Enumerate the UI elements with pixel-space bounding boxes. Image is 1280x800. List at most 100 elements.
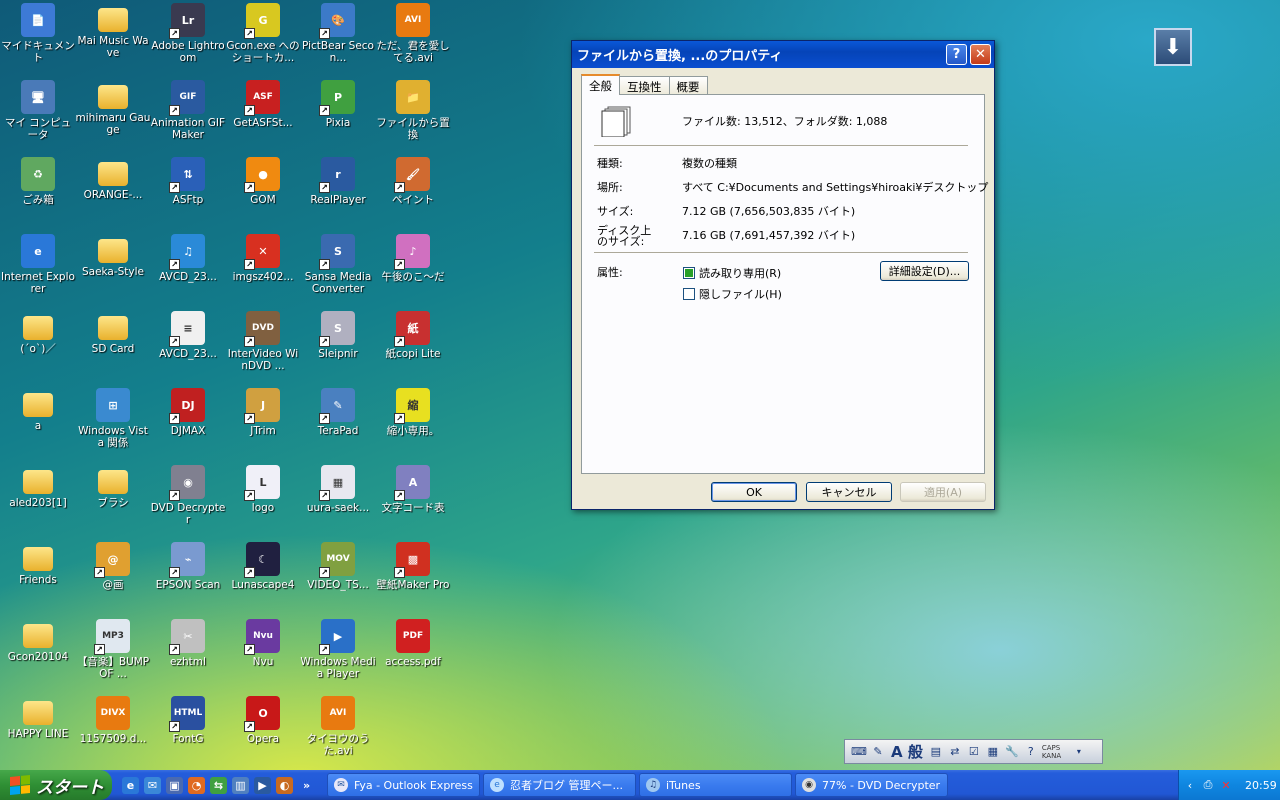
desktop-icon[interactable]: O ↗ Opera xyxy=(225,693,301,769)
desktop-icon[interactable]: aled203[1] xyxy=(0,462,76,538)
tab-general[interactable]: 全般 xyxy=(581,74,620,95)
desktop-icon[interactable]: MOV ↗ VIDEO_TS... xyxy=(300,539,376,615)
ime-pad-icon[interactable]: ✎ xyxy=(870,744,886,760)
network-disconnected-icon[interactable]: ✕ xyxy=(1219,778,1233,792)
desktop-icon[interactable]: mihimaru Gauge xyxy=(75,77,151,153)
tray-collapse-icon[interactable]: ‹ xyxy=(1183,778,1197,792)
desktop-icon[interactable]: AVI タイヨウのうた.avi xyxy=(300,693,376,769)
outlook-express-icon[interactable]: ✉ xyxy=(144,776,161,794)
ok-button[interactable]: OK xyxy=(711,482,797,502)
task-ninja-blog[interactable]: e 忍者ブログ 管理ペー... xyxy=(483,773,636,797)
desktop-icon[interactable]: ♪ ↗ 午後のこ〜だ xyxy=(375,231,451,307)
desktop-icon[interactable]: HAPPY LINE xyxy=(0,693,76,769)
desktop-icon[interactable]: S ↗ Sansa Media Converter xyxy=(300,231,376,307)
tool-icon[interactable]: ☑ xyxy=(966,744,982,760)
checkbox-box[interactable] xyxy=(683,288,695,300)
desktop-icon[interactable]: ▩ ↗ 壁紙Maker Pro xyxy=(375,539,451,615)
desktop-icon[interactable]: ⌁ ↗ EPSON Scan xyxy=(150,539,226,615)
explorer-icon[interactable]: ▥ xyxy=(232,776,249,794)
desktop-icon[interactable]: MP3 ↗ 【音楽】BUMP OF ... xyxy=(75,616,151,692)
close-button[interactable]: ✕ xyxy=(970,44,991,65)
desktop-icon[interactable]: DIVX 1157509.d... xyxy=(75,693,151,769)
task-outlook-express[interactable]: ✉ Fya - Outlook Express xyxy=(327,773,480,797)
desktop-icon[interactable]: Lr ↗ Adobe Lightroom xyxy=(150,0,226,76)
desktop-icon[interactable]: 📁 ファイルから置換 xyxy=(375,77,451,153)
printer-icon[interactable]: ⎙ xyxy=(1201,778,1215,792)
advanced-button[interactable]: 詳細設定(D)... xyxy=(880,261,969,281)
desktop-icon[interactable]: 🖌 ↗ ペイント xyxy=(375,154,451,230)
options-arrow-icon[interactable]: ▾ xyxy=(1071,744,1087,760)
hidden-checkbox[interactable]: 隠しファイル(H) xyxy=(683,286,782,302)
checkbox-box[interactable] xyxy=(683,267,695,279)
desktop-icon[interactable]: ◉ ↗ DVD Decrypter xyxy=(150,462,226,538)
desktop-icon[interactable]: r ↗ RealPlayer xyxy=(300,154,376,230)
download-arrow-icon[interactable]: ⬇ xyxy=(1154,28,1192,66)
desktop-icon[interactable]: a xyxy=(0,385,76,461)
desktop-icon[interactable]: ♫ ↗ AVCD_23... xyxy=(150,231,226,307)
task-dvd-decrypter[interactable]: ◉ 77% - DVD Decrypter xyxy=(795,773,948,797)
desktop-icon[interactable]: ☾ ↗ Lunascape4 xyxy=(225,539,301,615)
desktop-icon[interactable]: ● ↗ GOM xyxy=(225,154,301,230)
tab-summary[interactable]: 概要 xyxy=(668,76,708,95)
help-button[interactable]: ? xyxy=(946,44,967,65)
desktop-icon[interactable]: AVI ただ、君を愛してる.avi xyxy=(375,0,451,76)
desktop-icon[interactable]: ▶ ↗ Windows Media Player xyxy=(300,616,376,692)
desktop-icon[interactable]: 📄 マイドキュメント xyxy=(0,0,76,76)
input-mode-button[interactable]: A 般 xyxy=(889,743,925,761)
desktop-icon[interactable]: ⇅ ↗ ASFtp xyxy=(150,154,226,230)
desktop-icon[interactable]: @ ↗ @画 xyxy=(75,539,151,615)
desktop-icon[interactable]: Saeka-Style xyxy=(75,231,151,307)
desktop-icon[interactable]: ≡ ↗ AVCD_23... xyxy=(150,308,226,384)
desktop-icon[interactable]: Gcon20104 xyxy=(0,616,76,692)
desktop-icon[interactable]: PDF access.pdf xyxy=(375,616,451,692)
desktop-icon[interactable]: 🖥 マイ コンピュータ xyxy=(0,77,76,153)
desktop-icon[interactable]: S ↗ Sleipnir xyxy=(300,308,376,384)
desktop-icon[interactable]: HTML ↗ FontG xyxy=(150,693,226,769)
desktop-icon[interactable]: Nvu ↗ Nvu xyxy=(225,616,301,692)
start-button[interactable]: スタート xyxy=(0,770,112,800)
conversion-icon[interactable]: ⇄ xyxy=(947,744,963,760)
desktop-icon[interactable]: SD Card xyxy=(75,308,151,384)
internet-explorer-icon[interactable]: e xyxy=(122,776,139,794)
desktop-icon[interactable]: Friends xyxy=(0,539,76,615)
desktop-icon[interactable]: e Internet Explorer xyxy=(0,231,76,307)
clock[interactable]: 20:59 xyxy=(1245,779,1277,792)
desktop-icon[interactable]: Mai Music Wave xyxy=(75,0,151,76)
keyboard-icon[interactable]: ⌨ xyxy=(851,744,867,760)
readonly-checkbox[interactable]: 読み取り専用(R) xyxy=(683,265,781,281)
dictionary-icon[interactable]: ▤ xyxy=(928,744,944,760)
show-desktop-icon[interactable]: ▣ xyxy=(166,776,183,794)
desktop-icon[interactable]: GIF ↗ Animation GIF Maker xyxy=(150,77,226,153)
desktop-icon[interactable]: A ↗ 文字コード表 xyxy=(375,462,451,538)
desktop-icon[interactable]: 縮 ↗ 縮小専用。 xyxy=(375,385,451,461)
desktop-icon[interactable]: (´o`)／ xyxy=(0,308,76,384)
desktop-icon[interactable]: ✎ ↗ TeraPad xyxy=(300,385,376,461)
cancel-button[interactable]: キャンセル xyxy=(806,482,892,502)
desktop-icon[interactable]: 紙 ↗ 紙copi Lite xyxy=(375,308,451,384)
desktop-icon[interactable]: 🎨 ↗ PictBear Secon... xyxy=(300,0,376,76)
task-itunes[interactable]: ♫ iTunes xyxy=(639,773,792,797)
desktop-icon[interactable]: ✕ ↗ imgsz402... xyxy=(225,231,301,307)
desktop-icon[interactable]: ▦ ↗ uura-saek... xyxy=(300,462,376,538)
network-icon[interactable]: ⇆ xyxy=(210,776,227,794)
firefox-icon[interactable]: ◔ xyxy=(188,776,205,794)
help-icon[interactable]: ? xyxy=(1023,744,1039,760)
desktop-icon[interactable]: ASF ↗ GetASFSt... xyxy=(225,77,301,153)
desktop-icon[interactable]: DVD ↗ InterVideo WinDVD ... xyxy=(225,308,301,384)
app-icon[interactable]: ◐ xyxy=(276,776,293,794)
media-player-icon[interactable]: ▶ xyxy=(254,776,271,794)
desktop-icon[interactable]: L ↗ logo xyxy=(225,462,301,538)
desktop-icon[interactable]: ⊞ Windows Vista 関係 xyxy=(75,385,151,461)
desktop-icon[interactable]: J ↗ JTrim xyxy=(225,385,301,461)
desktop-icon[interactable]: DJ ↗ DJMAX xyxy=(150,385,226,461)
desktop-icon[interactable]: ORANGE-... xyxy=(75,154,151,230)
tab-compatibility[interactable]: 互換性 xyxy=(619,76,670,95)
desktop-icon[interactable]: ブラシ xyxy=(75,462,151,538)
desktop-icon[interactable]: G ↗ Gcon.exe へのショートカ... xyxy=(225,0,301,76)
overflow-chevron-icon[interactable]: » xyxy=(298,777,315,794)
wrench-icon[interactable]: 🔧 xyxy=(1004,744,1020,760)
dialog-title-bar[interactable]: ファイルから置換, ...のプロパティ ? ✕ xyxy=(572,41,994,68)
desktop-icon[interactable]: ♻ ごみ箱 xyxy=(0,154,76,230)
desktop-icon[interactable]: P ↗ Pixia xyxy=(300,77,376,153)
desktop-icon[interactable]: ✂ ↗ ezhtml xyxy=(150,616,226,692)
